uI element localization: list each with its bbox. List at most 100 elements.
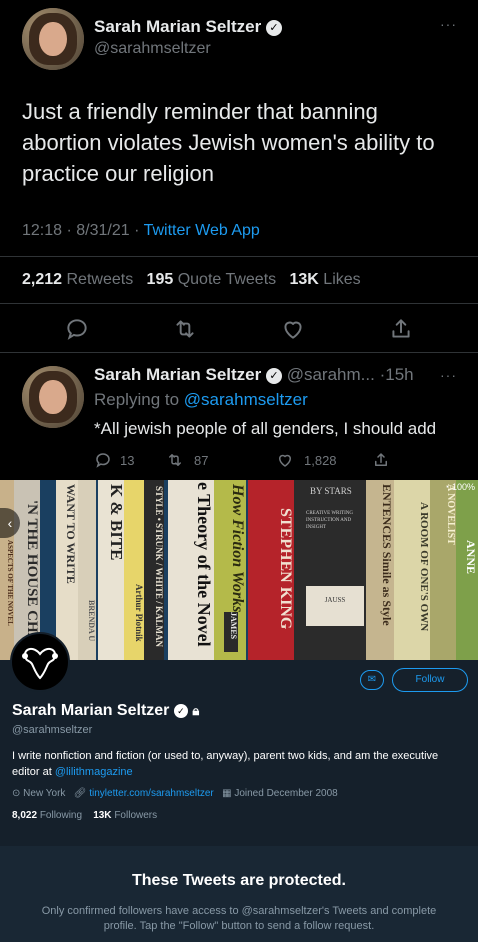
retweet-icon [169,454,181,466]
more-options-icon[interactable]: ··· [440,16,457,32]
more-options-icon[interactable]: ··· [440,367,457,383]
reply-share-action[interactable] [372,451,390,469]
profile-banner[interactable]: 'N THE HOUSE CHARLES BAXT ASPECTS OF THE… [0,480,478,660]
divider [0,352,478,353]
following-label: Following [39,810,83,821]
verified-badge-icon: ✓ [265,19,282,36]
author-avatar[interactable] [22,8,84,70]
profile-joined: Joined December 2008 [234,788,338,799]
profile-screen: 'N THE HOUSE CHARLES BAXT ASPECTS OF THE… [0,480,478,942]
book-label: JAUSS [306,586,364,626]
battery-level: 100% [451,482,475,492]
following-count: 8,022 [12,810,38,821]
followers-count: 13K [93,810,112,821]
likes-count: 13K [289,271,319,288]
quotes-stat[interactable]: 195 Quote Tweets [147,271,277,288]
reply-text: *All jewish people of all genders, I sho… [94,419,437,438]
share-icon[interactable] [388,316,414,342]
book-subtitle: CREATIVE WRITING INSTRUCTION AND INSIGHT [306,511,353,530]
profile-bio: I write nonfiction and fiction (or used … [12,748,464,780]
quotes-count: 195 [146,271,174,288]
reply-author-handle[interactable]: @sarahm... [287,365,375,384]
status-bar: ◔ 100% [444,482,475,492]
tweet-text: Just a friendly reminder that banning ab… [22,99,435,186]
book-spine: ANNE [456,480,478,660]
reply-actions: 13 87 1,828 [94,451,390,469]
link-icon: 🔗︎ [73,788,87,799]
book-spine: JAMES [224,612,238,652]
book-spine: WANT TO WRITE [56,480,78,660]
book-spine: ASPECTS OF THE NOVEL [0,480,14,660]
reply-retweet-count: 87 [194,452,209,468]
followers-label: Followers [114,810,158,821]
retweets-stat[interactable]: 2,212 Retweets [22,271,133,288]
book-spine: e Theory of the Novel [168,480,214,660]
likes-stat[interactable]: 13K Likes [289,271,360,288]
profile-avatar[interactable] [10,632,70,692]
like-icon[interactable] [280,316,306,342]
protected-notice: These Tweets are protected. Only confirm… [0,846,478,942]
retweets-label: Retweets [66,271,134,288]
reply-like-action[interactable]: 1,828 [276,451,372,469]
calendar-icon: ▦ [222,788,232,799]
profile-name: Sarah Marian Seltzer [12,702,170,719]
bio-mention-link[interactable]: @lilithmagazine [55,766,133,778]
message-button[interactable]: ✉ [360,670,384,690]
reply-age[interactable]: ·15h [380,365,414,384]
book-spine: BRENDA U [78,480,96,660]
reply-like-count: 1,828 [304,452,337,468]
author-handle[interactable]: @sarahmseltzer [94,40,211,58]
retweets-count: 2,212 [22,271,63,288]
location-pin-icon: ⊙ [12,788,21,799]
profile-meta: ⊙ New York 🔗︎ tinyletter.com/sarahmseltz… [12,788,338,799]
followers-stat[interactable]: 13K Followers [93,810,157,821]
reply-reply-count: 13 [120,452,135,468]
reply-reply-action[interactable]: 13 [94,451,166,469]
share-icon [375,453,387,466]
reply-author-avatar[interactable] [22,366,84,428]
replying-handle[interactable]: @sarahmseltzer [184,390,308,409]
book-spine: STYLE • STRUNK / WHITE / KALMAN [144,480,164,660]
tweet-source[interactable]: Twitter Web App [144,222,260,239]
book-spine: STEPHEN KING [248,480,294,660]
tweet-stats: 2,212 Retweets 195 Quote Tweets 13K Like… [22,271,361,289]
author-name-row[interactable]: Sarah Marian Seltzer ✓ [94,17,282,37]
likes-label: Likes [323,271,361,288]
book-spine: ENTENCES Simile as Style [366,480,394,660]
protected-text: Only confirmed followers have access to … [41,905,437,932]
divider [0,256,478,257]
reply-icon[interactable] [64,316,90,342]
protected-title: These Tweets are protected. [132,872,346,889]
book-spine: A ROOM OF ONE'S OWN [394,480,430,660]
profile-website[interactable]: tinyletter.com/sarahmseltzer [89,788,214,799]
wifi-icon: ◔ [444,482,450,492]
profile-name-row: Sarah Marian Seltzer ✓ 🔒︎ [12,702,199,720]
divider [0,303,478,304]
tweet-time: 12:18 · 8/31/21 · [22,222,144,239]
verified-badge-icon: ✓ [265,367,282,384]
reply-icon [96,453,110,468]
following-stat[interactable]: 8,022 Following [12,810,82,821]
uterus-logo-icon [22,648,58,680]
reply-retweet-action[interactable]: 87 [166,451,276,469]
author-name[interactable]: Sarah Marian Seltzer [94,17,261,36]
quotes-label: Quote Tweets [177,271,277,288]
like-icon [279,454,291,467]
book-spine: Arthur Plotnik [124,480,144,660]
profile-handle: @sarahmseltzer [12,724,93,736]
lock-icon: 🔒︎ [192,703,200,718]
replying-to: Replying to @sarahmseltzer [94,390,308,410]
tweet-detail: Sarah Marian Seltzer ✓ @sarahmseltzer ··… [0,0,478,480]
retweet-icon[interactable] [172,316,198,342]
replying-prefix: Replying to [94,390,184,409]
verified-badge-icon: ✓ [173,703,188,718]
book-spine: A NOVELIST [430,480,456,660]
reply-author-name[interactable]: Sarah Marian Seltzer [94,365,261,384]
follow-counts: 8,022 Following 13K Followers [12,810,157,821]
book-spine: K & BITE [98,480,126,660]
book-title: BY STARS [310,486,352,496]
tweet-meta: 12:18 · 8/31/21 · Twitter Web App [22,222,260,240]
follow-button[interactable]: Follow [392,668,468,692]
reply-header: Sarah Marian Seltzer ✓ @sarahm... ·15h [94,365,414,385]
mail-icon: ✉ [367,674,377,685]
